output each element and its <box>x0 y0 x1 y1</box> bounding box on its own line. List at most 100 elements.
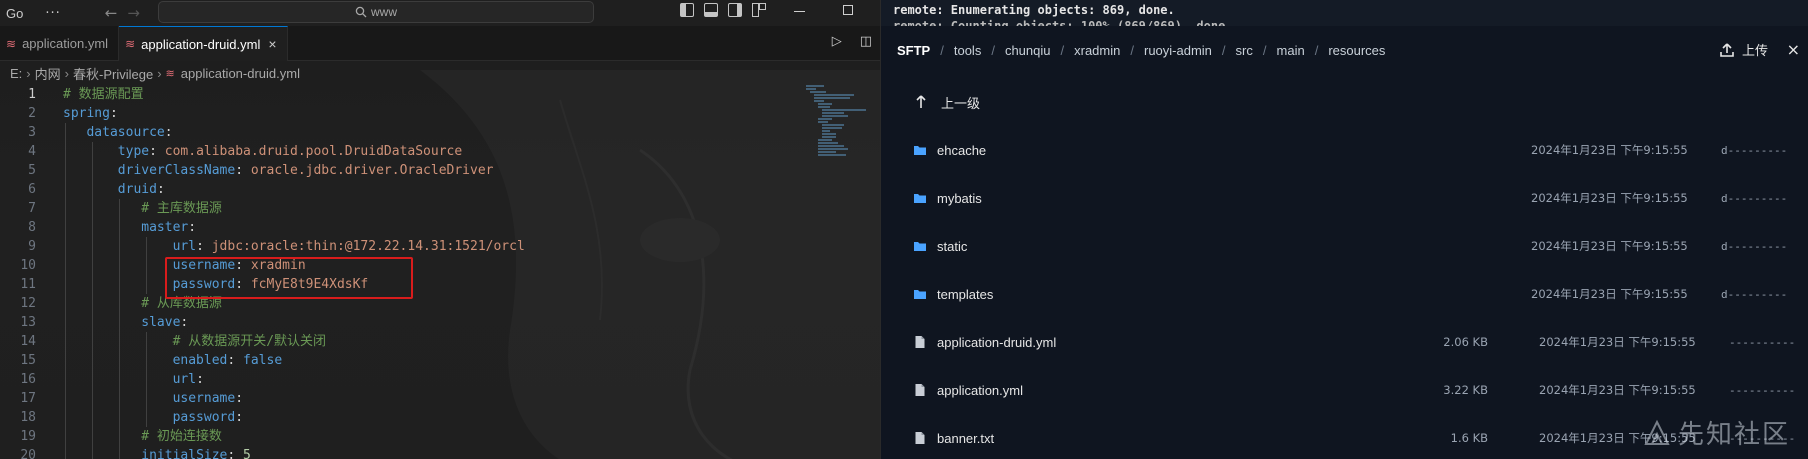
code-text: spring: <box>63 106 118 121</box>
run-icon[interactable]: ▷ <box>832 34 842 49</box>
path-segment[interactable]: resources <box>1328 43 1385 58</box>
code-editor[interactable]: 1 # 数据源配置 2 spring: 3 datasource: 4 type: com… <box>0 85 880 459</box>
credential-highlight-box <box>165 257 413 299</box>
tab-label: application.yml <box>22 36 109 51</box>
path-segment[interactable]: chunqiu <box>1005 43 1051 58</box>
terminal-line: remote: Counting objects: 100% (869/869)… <box>893 19 1233 26</box>
line-number: 6 <box>28 182 36 197</box>
sftp-root[interactable]: SFTP <box>897 43 930 58</box>
code-text: master: <box>141 220 197 235</box>
code-text: url: <box>172 372 204 387</box>
code-line[interactable]: 17 username: <box>0 389 880 408</box>
close-icon[interactable]: × <box>1787 40 1800 59</box>
folder-row[interactable]: ehcache 2024年1月23日 下午9:15:55 d--------- <box>881 126 1808 174</box>
code-line[interactable]: 20 initialSize: 5 <box>0 446 880 459</box>
entry-size: 2.06 KB <box>1443 335 1488 349</box>
split-editor-icon[interactable]: ◫ <box>860 34 872 49</box>
code-line[interactable]: 18 password: <box>0 408 880 427</box>
entry-permissions: ---------- <box>1729 335 1796 349</box>
code-text: initialSize: 5 <box>141 448 251 459</box>
code-line[interactable]: 15 enabled: false <box>0 351 880 370</box>
upload-label: 上传 <box>1741 43 1768 58</box>
entry-permissions: d--------- <box>1721 143 1788 157</box>
file-icon <box>915 432 925 444</box>
folder-icon <box>914 242 926 251</box>
parent-directory-row[interactable]: 上一级 <box>881 78 1808 126</box>
path-segment[interactable]: ruoyi-admin <box>1144 43 1212 58</box>
toggle-secondary-sidebar-icon[interactable] <box>728 3 742 17</box>
code-line[interactable]: 10 username: xradmin <box>0 256 880 275</box>
code-line[interactable]: 13 slave: <box>0 313 880 332</box>
line-number: 15 <box>20 353 36 368</box>
code-text: druid: <box>117 182 165 197</box>
folder-icon <box>914 290 926 299</box>
code-line[interactable]: 12 # 从库数据源 <box>0 294 880 313</box>
editor-actions: ▷ ◫ <box>832 34 880 49</box>
toggle-primary-sidebar-icon[interactable] <box>680 3 694 17</box>
entry-size: 3.22 KB <box>1443 383 1488 397</box>
breadcrumb-folder[interactable]: 内网 <box>35 64 61 83</box>
path-segment[interactable]: tools <box>954 43 981 58</box>
upload-button[interactable]: 上传 <box>1720 40 1768 59</box>
entry-name: mybatis <box>937 190 982 206</box>
folder-row[interactable]: templates 2024年1月23日 下午9:15:55 d--------- <box>881 270 1808 318</box>
arrow-up-icon <box>916 95 926 108</box>
code-line[interactable]: 9 url: jdbc:oracle:thin:@172.22.14.31:15… <box>0 237 880 256</box>
line-number: 2 <box>28 106 36 121</box>
code-line[interactable]: 3 datasource: <box>0 123 880 142</box>
line-number: 8 <box>28 220 36 235</box>
maximize-icon[interactable] <box>843 5 853 15</box>
menu-go[interactable]: Go <box>6 6 23 21</box>
path-segment[interactable]: src <box>1236 43 1253 58</box>
entry-modified-date: 2024年1月23日 下午9:15:55 <box>1531 191 1688 205</box>
entry-permissions: d--------- <box>1721 239 1788 253</box>
toggle-panel-icon[interactable] <box>704 3 718 17</box>
line-number: 13 <box>20 315 36 330</box>
line-number: 19 <box>20 429 36 444</box>
line-number: 1 <box>28 87 36 102</box>
file-row[interactable]: application-druid.yml 2.06 KB 2024年1月23日 下… <box>881 318 1808 366</box>
more-menu[interactable]: ··· <box>45 6 60 21</box>
code-text: slave: <box>141 315 189 330</box>
code-line[interactable]: 6 druid: <box>0 180 880 199</box>
minimap[interactable] <box>806 84 876 204</box>
code-line[interactable]: 14 # 从数据源开关/默认关闭 <box>0 332 880 351</box>
code-text: username: <box>172 391 244 406</box>
code-line[interactable]: 16 url: <box>0 370 880 389</box>
code-line[interactable]: 8 master: <box>0 218 880 237</box>
title-bar: Go ··· ← → www <box>0 0 880 26</box>
folder-row[interactable]: mybatis 2024年1月23日 下午9:15:55 d--------- <box>881 174 1808 222</box>
code-text: # 主库数据源 <box>141 201 222 216</box>
search-placeholder: www <box>371 5 397 19</box>
code-line[interactable]: 5 driverClassName: oracle.jdbc.driver.Or… <box>0 161 880 180</box>
forward-arrow-icon[interactable]: → <box>127 4 140 22</box>
folder-row[interactable]: static 2024年1月23日 下午9:15:55 d--------- <box>881 222 1808 270</box>
command-center-search[interactable]: www <box>158 1 594 23</box>
code-line[interactable]: 1 # 数据源配置 <box>0 85 880 104</box>
code-line[interactable]: 7 # 主库数据源 <box>0 199 880 218</box>
close-tab-icon[interactable]: × <box>268 36 276 52</box>
entry-name: application-druid.yml <box>937 334 1057 350</box>
code-line[interactable]: 2 spring: <box>0 104 880 123</box>
entry-modified-date: 2024年1月23日 下午9:15:55 <box>1539 383 1696 397</box>
breadcrumb: E: › 内网 › 春秋-Privilege › ≋ application-d… <box>0 62 880 84</box>
entry-name: ehcache <box>937 142 987 158</box>
breadcrumb-drive[interactable]: E: <box>10 66 22 81</box>
tab-application-yml[interactable]: ≋ application.yml <box>0 26 120 61</box>
customize-layout-icon[interactable] <box>752 3 766 17</box>
path-segment[interactable]: xradmin <box>1074 43 1120 58</box>
code-line[interactable]: 4 type: com.alibaba.druid.pool.DruidData… <box>0 142 880 161</box>
file-row[interactable]: application.yml 3.22 KB 2024年1月23日 下午9:15:… <box>881 366 1808 414</box>
search-icon <box>355 6 367 18</box>
breadcrumb-file[interactable]: application-druid.yml <box>181 66 300 81</box>
code-line[interactable]: 19 # 初始连接数 <box>0 427 880 446</box>
entry-name: banner.txt <box>937 430 995 446</box>
back-arrow-icon[interactable]: ← <box>105 4 118 22</box>
minimize-icon[interactable] <box>794 11 805 12</box>
code-line[interactable]: 11 password: fcMyE8t9E4XdsKf <box>0 275 880 294</box>
tab-application-druid-yml[interactable]: ≋ application-druid.yml × <box>119 26 288 61</box>
path-segment[interactable]: main <box>1277 43 1305 58</box>
code-text: # 数据源配置 <box>63 87 144 102</box>
watermark-logo-icon <box>1644 419 1670 445</box>
breadcrumb-folder[interactable]: 春秋-Privilege <box>73 64 153 83</box>
